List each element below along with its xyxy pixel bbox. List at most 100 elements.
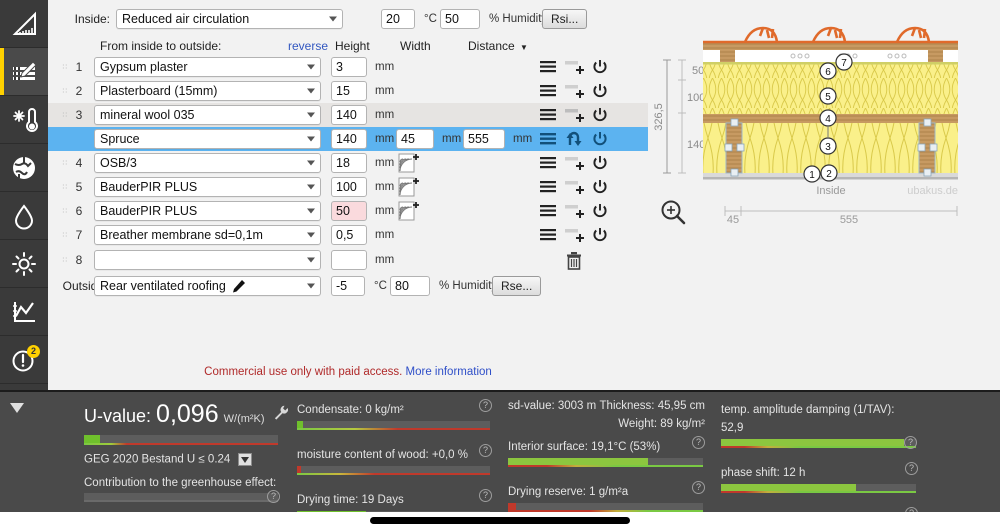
material-select[interactable]: Plasterboard (15mm) bbox=[94, 81, 321, 101]
material-select[interactable]: Gypsum plaster bbox=[94, 57, 321, 77]
outside-condition-select[interactable]: Rear ventilated roofing bbox=[94, 276, 321, 296]
table-row: ∷ 6 BauderPIR PLUS mm bbox=[48, 199, 648, 223]
toggle-power-icon[interactable] bbox=[591, 154, 609, 172]
split-layer-icon[interactable] bbox=[564, 58, 584, 76]
svg-text:3: 3 bbox=[825, 142, 831, 153]
split-layer-icon[interactable] bbox=[564, 202, 584, 220]
material-select[interactable]: Breather membrane sd=0,1m bbox=[94, 225, 321, 245]
material-value: BauderPIR PLUS bbox=[100, 204, 198, 218]
standard-dropdown-icon[interactable] bbox=[237, 453, 252, 466]
sidebar-item-warnings[interactable]: 2 bbox=[0, 336, 48, 384]
table-row-selected: Spruce mm mm mm bbox=[48, 127, 648, 151]
svg-text:7: 7 bbox=[841, 58, 847, 69]
toggle-power-icon[interactable] bbox=[591, 130, 609, 148]
row-menu-icon[interactable] bbox=[539, 130, 557, 148]
split-layer-icon[interactable] bbox=[564, 226, 584, 244]
layer-height-input[interactable] bbox=[331, 250, 367, 270]
greenhouse-help-icon[interactable]: ? bbox=[267, 490, 280, 503]
toggle-power-icon[interactable] bbox=[591, 226, 609, 244]
weight-label: Weight: 89 kg/m² bbox=[618, 418, 705, 430]
split-layer-icon[interactable] bbox=[564, 178, 584, 196]
layer-height-input[interactable] bbox=[331, 105, 367, 125]
layer-height-input[interactable] bbox=[331, 57, 367, 77]
greenhouse-label: Contribution to the greenhouse effect: bbox=[84, 477, 277, 489]
chevron-down-icon bbox=[329, 16, 337, 22]
layer-height-input[interactable] bbox=[331, 153, 367, 173]
drying-time-help-icon[interactable]: ? bbox=[479, 489, 492, 502]
sidebar-item-climate[interactable] bbox=[0, 144, 48, 192]
magnifier-plus-icon bbox=[661, 200, 686, 225]
outside-humidity-input[interactable] bbox=[390, 276, 430, 296]
row-menu-icon[interactable] bbox=[539, 202, 557, 220]
height-column-label: Height bbox=[335, 39, 370, 53]
edit-pencil-icon[interactable] bbox=[232, 279, 246, 293]
layer-width-input[interactable] bbox=[396, 129, 434, 149]
sidebar-item-moisture[interactable] bbox=[0, 192, 48, 240]
inside-condition-select[interactable]: Reduced air circulation bbox=[116, 9, 343, 29]
outside-temperature-input[interactable] bbox=[331, 276, 365, 296]
toggle-power-icon[interactable] bbox=[591, 58, 609, 76]
sidebar-item-construction[interactable] bbox=[0, 0, 48, 48]
material-select[interactable]: OSB/3 bbox=[94, 153, 321, 173]
material-select[interactable]: mineral wool 035 bbox=[94, 105, 321, 125]
collapse-results-icon[interactable] bbox=[6, 398, 28, 418]
amplitude-damping-help-icon[interactable]: ? bbox=[904, 436, 917, 449]
horizontal-scrollbar[interactable] bbox=[0, 512, 1000, 530]
inside-temperature-input[interactable] bbox=[381, 9, 415, 29]
interior-surface-help-icon[interactable]: ? bbox=[692, 436, 705, 449]
condensate-help-icon[interactable]: ? bbox=[479, 399, 492, 412]
material-value: mineral wool 035 bbox=[100, 108, 195, 122]
layer-height-input[interactable] bbox=[331, 225, 367, 245]
inside-humidity-input[interactable] bbox=[440, 9, 480, 29]
layer-height-input[interactable] bbox=[331, 129, 367, 149]
row-menu-icon[interactable] bbox=[539, 82, 557, 100]
more-information-link[interactable]: More information bbox=[406, 366, 492, 378]
delete-layer-icon[interactable] bbox=[564, 250, 584, 270]
wood-moisture-help-icon[interactable]: ? bbox=[479, 444, 492, 457]
chevron-down-icon bbox=[307, 283, 315, 289]
toggle-power-icon[interactable] bbox=[591, 178, 609, 196]
wrench-icon[interactable] bbox=[274, 404, 289, 425]
sidebar-item-solar[interactable] bbox=[0, 240, 48, 288]
drying-reserve-help-icon[interactable]: ? bbox=[692, 481, 705, 494]
toggle-power-icon[interactable] bbox=[591, 82, 609, 100]
distance-column-dropdown[interactable]: Distance ▼ bbox=[468, 39, 528, 53]
rsi-button[interactable]: Rsi... bbox=[542, 9, 588, 29]
inside-humidity-label: % Humidity bbox=[489, 13, 548, 25]
material-select[interactable]: Spruce bbox=[94, 129, 321, 149]
row-menu-icon[interactable] bbox=[539, 226, 557, 244]
material-select[interactable]: BauderPIR PLUS bbox=[94, 177, 321, 197]
layer-height-input[interactable] bbox=[331, 201, 367, 221]
reverse-link[interactable]: reverse bbox=[288, 39, 328, 53]
split-layer-icon[interactable] bbox=[564, 106, 584, 124]
undo-split-icon[interactable] bbox=[564, 130, 584, 148]
row-menu-icon[interactable] bbox=[539, 106, 557, 124]
material-select[interactable]: BauderPIR PLUS bbox=[94, 201, 321, 221]
layer-height-input[interactable] bbox=[331, 177, 367, 197]
add-wood-beam-icon[interactable] bbox=[398, 176, 420, 198]
toggle-power-icon[interactable] bbox=[591, 106, 609, 124]
layer-height-input[interactable] bbox=[331, 81, 367, 101]
material-select[interactable] bbox=[94, 250, 321, 270]
sun-icon bbox=[10, 250, 38, 278]
rse-button[interactable]: Rse... bbox=[492, 276, 542, 296]
sidebar-item-layer-editor[interactable] bbox=[0, 48, 48, 96]
horizontal-scrollbar-thumb[interactable] bbox=[370, 517, 630, 524]
split-layer-icon[interactable] bbox=[564, 154, 584, 172]
toggle-power-icon[interactable] bbox=[591, 202, 609, 220]
add-wood-beam-icon[interactable] bbox=[398, 152, 420, 174]
layer-index: 3 bbox=[75, 108, 83, 122]
inside-diagram-label: Inside bbox=[816, 185, 845, 197]
chevron-down-icon bbox=[307, 160, 315, 166]
uvalue-value: 0,096 bbox=[156, 400, 219, 428]
row-menu-icon[interactable] bbox=[539, 154, 557, 172]
row-menu-icon[interactable] bbox=[539, 58, 557, 76]
sidebar-item-temperature[interactable] bbox=[0, 96, 48, 144]
sidebar-item-diagrams[interactable] bbox=[0, 288, 48, 336]
layer-distance-input[interactable] bbox=[463, 129, 505, 149]
row-menu-icon[interactable] bbox=[539, 178, 557, 196]
phase-shift-help-icon[interactable]: ? bbox=[905, 462, 918, 475]
construction-cross-section-diagram: 326,5 50 100 140 7 6 5 4 3 1 2 Inside ub… bbox=[645, 18, 995, 233]
split-layer-icon[interactable] bbox=[564, 82, 584, 100]
add-wood-beam-icon[interactable] bbox=[398, 200, 420, 222]
